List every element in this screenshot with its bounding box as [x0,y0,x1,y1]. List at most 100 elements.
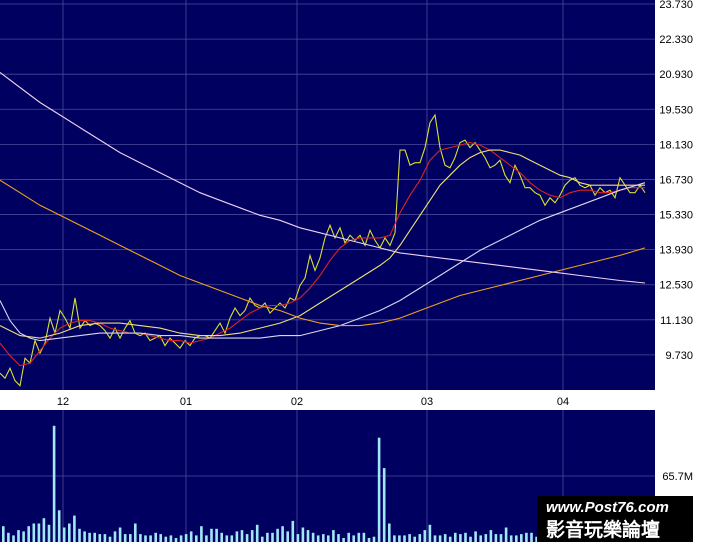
y-tick-label: 15.330 [659,210,693,222]
volume-bar [520,534,523,542]
volume-bar [144,535,147,542]
volume-bar [225,535,229,542]
volume-bar [108,536,112,542]
volume-bar [123,534,127,542]
volume-bar [57,510,61,542]
volume-bar [382,468,386,542]
volume-bar [7,532,10,542]
volume-bar [428,524,432,542]
volume-bar [494,534,498,542]
volume-bar [98,534,102,542]
watermark: www.Post76.com 影音玩樂論壇 [537,496,693,542]
volume-bar [530,532,533,542]
volume-bar [93,532,96,542]
volume-bar [184,534,188,542]
x-tick-label: 02 [291,396,303,408]
volume-bar [316,535,320,542]
volume-bar [17,530,20,542]
volume-bar [103,534,107,542]
volume-bar [398,535,401,542]
volume-bar [2,526,5,542]
volume-bar [255,524,259,542]
volume-bar [261,536,264,542]
volume-bar [296,534,300,542]
y-tick-label: 23.730 [659,0,693,11]
volume-bar [42,518,46,542]
volume-bar [32,523,36,542]
volume-bar [377,437,381,542]
volume-bar [12,535,15,542]
volume-bar [195,535,198,542]
volume-bar [164,536,168,542]
volume-bar [276,528,279,542]
price-panel [0,0,655,390]
volume-bar [515,535,518,542]
volume-bar [230,535,234,542]
volume-bar [499,534,503,542]
volume-bar [169,535,173,542]
y-tick-label: 18.130 [659,139,693,151]
watermark-url: www.Post76.com [546,499,669,516]
volume-bar [73,515,76,542]
y-tick-label: 13.930 [659,245,693,257]
volume-bar [474,531,477,542]
volume-bar [78,528,81,542]
y-tick-label: 11.130 [660,315,693,327]
volume-bar [271,532,274,542]
volume-bar [327,535,330,542]
volume-bar [525,532,528,542]
volume-bar [220,532,223,542]
volume-bar [118,527,122,542]
volume-bar [448,536,452,542]
volume-bar [443,534,447,542]
volume-tick-label: 65.7M [662,471,693,483]
y-tick-label: 16.730 [659,174,693,186]
volume-bar [469,536,472,542]
volume-bar [27,526,30,542]
volume-bar [83,531,86,542]
volume-bar [266,532,269,542]
x-tick-label: 12 [57,396,69,408]
volume-bar [179,535,183,542]
y-tick-label: 19.530 [659,104,693,116]
volume-bar [413,536,416,542]
watermark-title: 影音玩樂論壇 [546,518,660,541]
volume-bar [479,535,482,542]
volume-bar [372,536,376,542]
volume-bar [352,535,355,542]
volume-bar [504,527,508,542]
volume-bar [509,535,513,542]
volume-bar [159,534,162,542]
volume-bar [433,535,437,542]
volume-bar [62,527,66,542]
y-tick-label: 22.330 [659,34,693,46]
volume-bar [484,534,488,542]
volume-bar [357,532,361,542]
volume-bar [189,531,193,542]
volume-bar [311,532,315,542]
volume-bar [388,523,391,542]
volume-bar [342,538,345,542]
volume-bar [134,523,137,542]
volume-bar [423,530,427,542]
volume-bar [129,534,132,542]
volume-bar [393,535,396,542]
x-tick-label: 03 [421,396,433,408]
y-tick-label: 12.530 [659,280,693,292]
volume-bar [306,530,310,542]
volume-bar [88,532,91,542]
volume-bar [281,526,284,542]
volume-bar [205,535,208,542]
x-tick-label: 01 [180,396,192,408]
volume-bar [337,534,340,542]
volume-bar [322,534,325,542]
volume-bar [240,530,244,542]
volume-bar [291,520,295,542]
volume-bar [286,531,289,542]
volume-bar [408,534,411,542]
volume-bar [235,531,239,542]
volume-bar [174,538,178,542]
volume-bar [438,535,442,542]
volume-bar [362,532,366,542]
volume-bar [139,534,142,542]
